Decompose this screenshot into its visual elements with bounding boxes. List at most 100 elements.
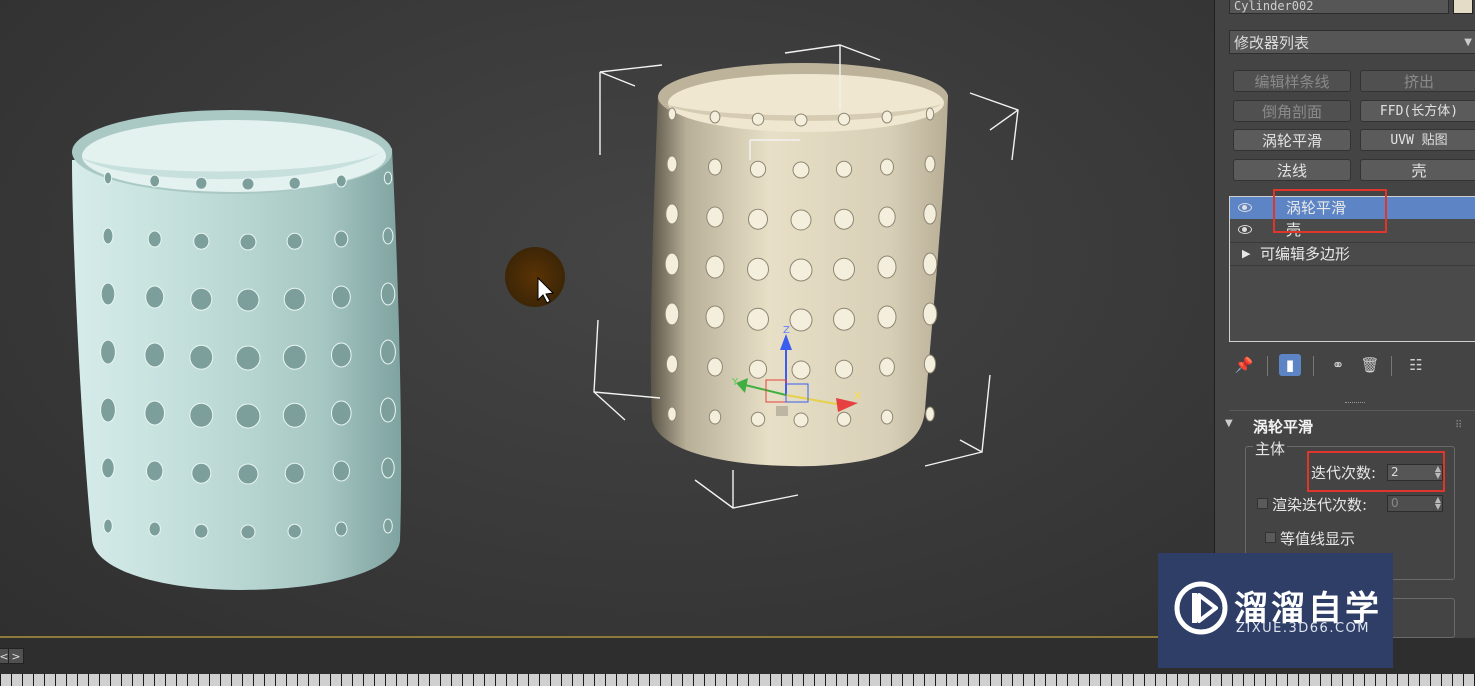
btn-extrude[interactable]: 挤出 <box>1360 70 1475 92</box>
configure-sets-icon[interactable]: ☷ <box>1405 354 1427 376</box>
hole <box>190 287 213 311</box>
stack-item-editable-poly[interactable]: ▶ 可编辑多边形 <box>1230 242 1475 266</box>
hole <box>283 287 306 311</box>
hole <box>881 110 893 124</box>
hole <box>287 523 302 539</box>
hole <box>792 161 810 179</box>
isoline-display-label: 等值线显示 <box>1280 530 1356 548</box>
hole <box>195 176 208 190</box>
hole <box>189 402 214 428</box>
svg-text:Y: Y <box>731 377 739 388</box>
hole <box>103 171 113 185</box>
rollout-title[interactable]: 涡轮平滑 <box>1253 416 1313 437</box>
hole <box>237 463 259 485</box>
object-color-swatch[interactable] <box>1453 0 1473 14</box>
hole <box>380 282 396 306</box>
hole <box>791 360 811 380</box>
eye-icon[interactable] <box>1238 203 1252 212</box>
btn-bevel-profile[interactable]: 倒角剖面 <box>1233 100 1351 122</box>
btn-turbosmooth[interactable]: 涡轮平滑 <box>1233 129 1351 151</box>
render-iterations-checkbox[interactable] <box>1257 498 1268 509</box>
hole <box>100 339 116 365</box>
next-frame-button[interactable]: > <box>8 648 24 664</box>
hole <box>664 252 680 276</box>
hole <box>749 160 767 178</box>
hole <box>747 257 769 281</box>
hole <box>877 305 897 329</box>
hole <box>665 203 679 225</box>
hole <box>836 411 852 427</box>
hole <box>705 255 725 279</box>
hole <box>923 354 937 374</box>
highlight-box-iterations <box>1307 451 1445 492</box>
hole <box>100 397 116 423</box>
hole <box>100 282 116 306</box>
hole <box>748 208 768 230</box>
left-cup-model[interactable] <box>72 110 402 590</box>
hole <box>335 174 347 188</box>
hole <box>667 107 677 121</box>
modifier-list-dropdown[interactable]: 修改器列表 ▼ <box>1229 30 1475 54</box>
hole <box>380 339 396 365</box>
mouse-cursor <box>505 247 565 307</box>
trash-icon[interactable]: 🗑 <box>1359 354 1381 376</box>
pin-stack-icon[interactable]: 📌 <box>1233 354 1255 376</box>
hole <box>834 208 854 230</box>
make-unique-icon[interactable]: ⚭ <box>1327 354 1349 376</box>
hole <box>144 400 165 426</box>
hole <box>879 357 895 377</box>
object-name-field[interactable]: Cylinder002 <box>1229 0 1449 14</box>
isoline-display-checkbox[interactable] <box>1265 532 1276 543</box>
eye-icon[interactable] <box>1238 225 1252 234</box>
hole <box>194 523 209 539</box>
render-iterations-spinner[interactable]: 0 ▲ ▼ <box>1387 495 1443 512</box>
expand-triangle-icon[interactable]: ▶ <box>1242 243 1250 265</box>
hole <box>789 308 813 332</box>
hole <box>708 158 722 176</box>
hole <box>747 307 769 331</box>
btn-uvw-map[interactable]: UVW 贴图 <box>1360 129 1475 151</box>
hole <box>709 110 721 124</box>
hole <box>144 342 165 368</box>
hole <box>666 155 678 173</box>
hole <box>148 521 161 537</box>
hole <box>286 232 303 250</box>
splitter-handle[interactable] <box>1345 402 1365 406</box>
hole <box>751 112 765 126</box>
collapse-triangle-icon[interactable]: ▼ <box>1225 418 1233 429</box>
hole <box>833 257 855 281</box>
btn-normal[interactable]: 法线 <box>1233 159 1351 181</box>
hole <box>794 113 808 127</box>
hole <box>925 107 935 121</box>
watermark-url: ZIXUE.3D66.COM <box>1236 621 1370 636</box>
highlight-box-stack <box>1273 189 1387 233</box>
hole <box>748 359 768 379</box>
grip-icon[interactable]: ⠿ <box>1455 420 1462 431</box>
hole <box>236 288 260 312</box>
command-panel-modify: Cylinder002 修改器列表 ▼ 编辑样条线 挤出 倒角剖面 FFD(长方… <box>1214 0 1475 638</box>
hole <box>664 302 680 326</box>
hole <box>382 227 394 245</box>
spinner-arrows-icon[interactable]: ▲ ▼ <box>1435 496 1441 511</box>
viewport-scene[interactable]: Z X Y <box>0 0 1214 638</box>
hole <box>235 403 261 429</box>
right-cup-model[interactable] <box>650 63 948 467</box>
hole <box>835 160 853 178</box>
btn-edit-spline[interactable]: 编辑样条线 <box>1233 70 1351 92</box>
hole <box>790 209 812 231</box>
timeline-ruler[interactable] <box>0 674 1475 686</box>
hole <box>925 406 935 422</box>
hole <box>922 252 938 276</box>
modifier-list-label: 修改器列表 <box>1234 34 1310 52</box>
hole <box>834 359 854 379</box>
btn-ffd-box[interactable]: FFD(长方体) <box>1360 100 1475 122</box>
hole <box>383 518 393 534</box>
hole <box>665 354 679 374</box>
hole <box>833 307 855 331</box>
hole <box>923 203 937 225</box>
show-end-result-icon[interactable]: ▮ <box>1279 354 1301 376</box>
hole <box>706 206 724 228</box>
perspective-viewport[interactable]: Z X Y <box>0 0 1214 638</box>
btn-shell[interactable]: 壳 <box>1360 159 1475 181</box>
hole <box>147 230 162 248</box>
